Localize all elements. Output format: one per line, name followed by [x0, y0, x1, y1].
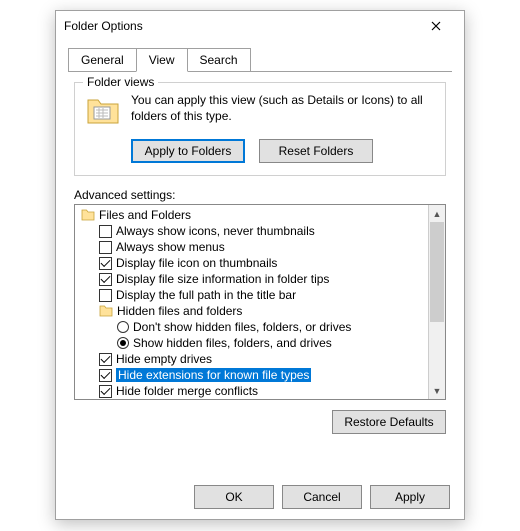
advanced-settings-label: Advanced settings: [74, 188, 446, 202]
titlebar: Folder Options [56, 11, 464, 41]
folder-icon [99, 304, 113, 318]
advanced-settings-tree[interactable]: Files and Folders Always show icons, nev… [74, 204, 446, 400]
tree-item-label: Don't show hidden files, folders, or dri… [133, 320, 351, 334]
checkbox-icon[interactable] [99, 225, 112, 238]
folder-icon [81, 208, 95, 222]
tree-item-label: Display file icon on thumbnails [116, 256, 277, 270]
tree-item-label: Always show icons, never thumbnails [116, 224, 315, 238]
checkbox-icon[interactable] [99, 353, 112, 366]
tree-group-hidden-files[interactable]: Hidden files and folders [79, 303, 428, 319]
scroll-down-icon[interactable]: ▼ [429, 382, 445, 399]
tree-item-label: Always show menus [116, 240, 225, 254]
checkbox-icon[interactable] [99, 241, 112, 254]
tree-item[interactable]: Don't show hidden files, folders, or dri… [79, 319, 428, 335]
restore-defaults-button[interactable]: Restore Defaults [332, 410, 446, 434]
tree-group-files-folders[interactable]: Files and Folders [79, 207, 428, 223]
tree-item[interactable]: Hide folder merge conflicts [79, 383, 428, 399]
reset-folders-button[interactable]: Reset Folders [259, 139, 373, 163]
tree-item-label: Hide empty drives [116, 352, 212, 366]
tree-group-label: Hidden files and folders [117, 304, 242, 318]
apply-button[interactable]: Apply [370, 485, 450, 509]
tab-general[interactable]: General [68, 48, 137, 72]
apply-to-folders-button[interactable]: Apply to Folders [131, 139, 245, 163]
window-title: Folder Options [64, 19, 416, 33]
close-button[interactable] [416, 12, 456, 40]
tree-item[interactable]: Always show menus [79, 239, 428, 255]
tree-item[interactable]: Hide empty drives [79, 351, 428, 367]
tree-item[interactable]: Show hidden files, folders, and drives [79, 335, 428, 351]
tab-strip: General View Search [56, 41, 464, 71]
checkbox-icon[interactable] [99, 273, 112, 286]
dialog-footer: OK Cancel Apply [194, 485, 450, 509]
tree-item[interactable]: Display file icon on thumbnails [79, 255, 428, 271]
tree-item-label: Show hidden files, folders, and drives [133, 336, 332, 350]
scroll-up-icon[interactable]: ▲ [429, 205, 445, 222]
tree-content: Files and Folders Always show icons, nev… [75, 205, 428, 399]
tree-item[interactable]: Display file size information in folder … [79, 271, 428, 287]
tree-item[interactable]: Hide extensions for known file types [79, 367, 428, 383]
checkbox-icon[interactable] [99, 289, 112, 302]
cancel-button[interactable]: Cancel [282, 485, 362, 509]
tab-panel-view: Folder views You can apply this view (su… [68, 71, 452, 434]
folder-options-window: Folder Options General View Search Folde… [55, 10, 465, 520]
tree-item-label: Display the full path in the title bar [116, 288, 296, 302]
tree-item-label: Display file size information in folder … [116, 272, 329, 286]
tab-search[interactable]: Search [187, 48, 251, 72]
close-icon [431, 21, 441, 31]
checkbox-icon[interactable] [99, 257, 112, 270]
folder-views-label: Folder views [83, 75, 158, 89]
radio-icon[interactable] [117, 337, 129, 349]
tree-item[interactable]: Always show icons, never thumbnails [79, 223, 428, 239]
tree-item-label: Hide extensions for known file types [116, 368, 311, 382]
folder-views-group: Folder views You can apply this view (su… [74, 82, 446, 176]
tab-view[interactable]: View [136, 48, 188, 72]
checkbox-icon[interactable] [99, 385, 112, 398]
tree-scrollbar[interactable]: ▲ ▼ [428, 205, 445, 399]
scroll-thumb[interactable] [430, 222, 444, 322]
tree-group-label: Files and Folders [99, 208, 191, 222]
tree-item-label: Hide folder merge conflicts [116, 384, 258, 398]
ok-button[interactable]: OK [194, 485, 274, 509]
folder-options-icon [85, 93, 121, 129]
radio-icon[interactable] [117, 321, 129, 333]
tree-item[interactable]: Display the full path in the title bar [79, 287, 428, 303]
folder-views-description: You can apply this view (such as Details… [131, 93, 435, 124]
checkbox-icon[interactable] [99, 369, 112, 382]
